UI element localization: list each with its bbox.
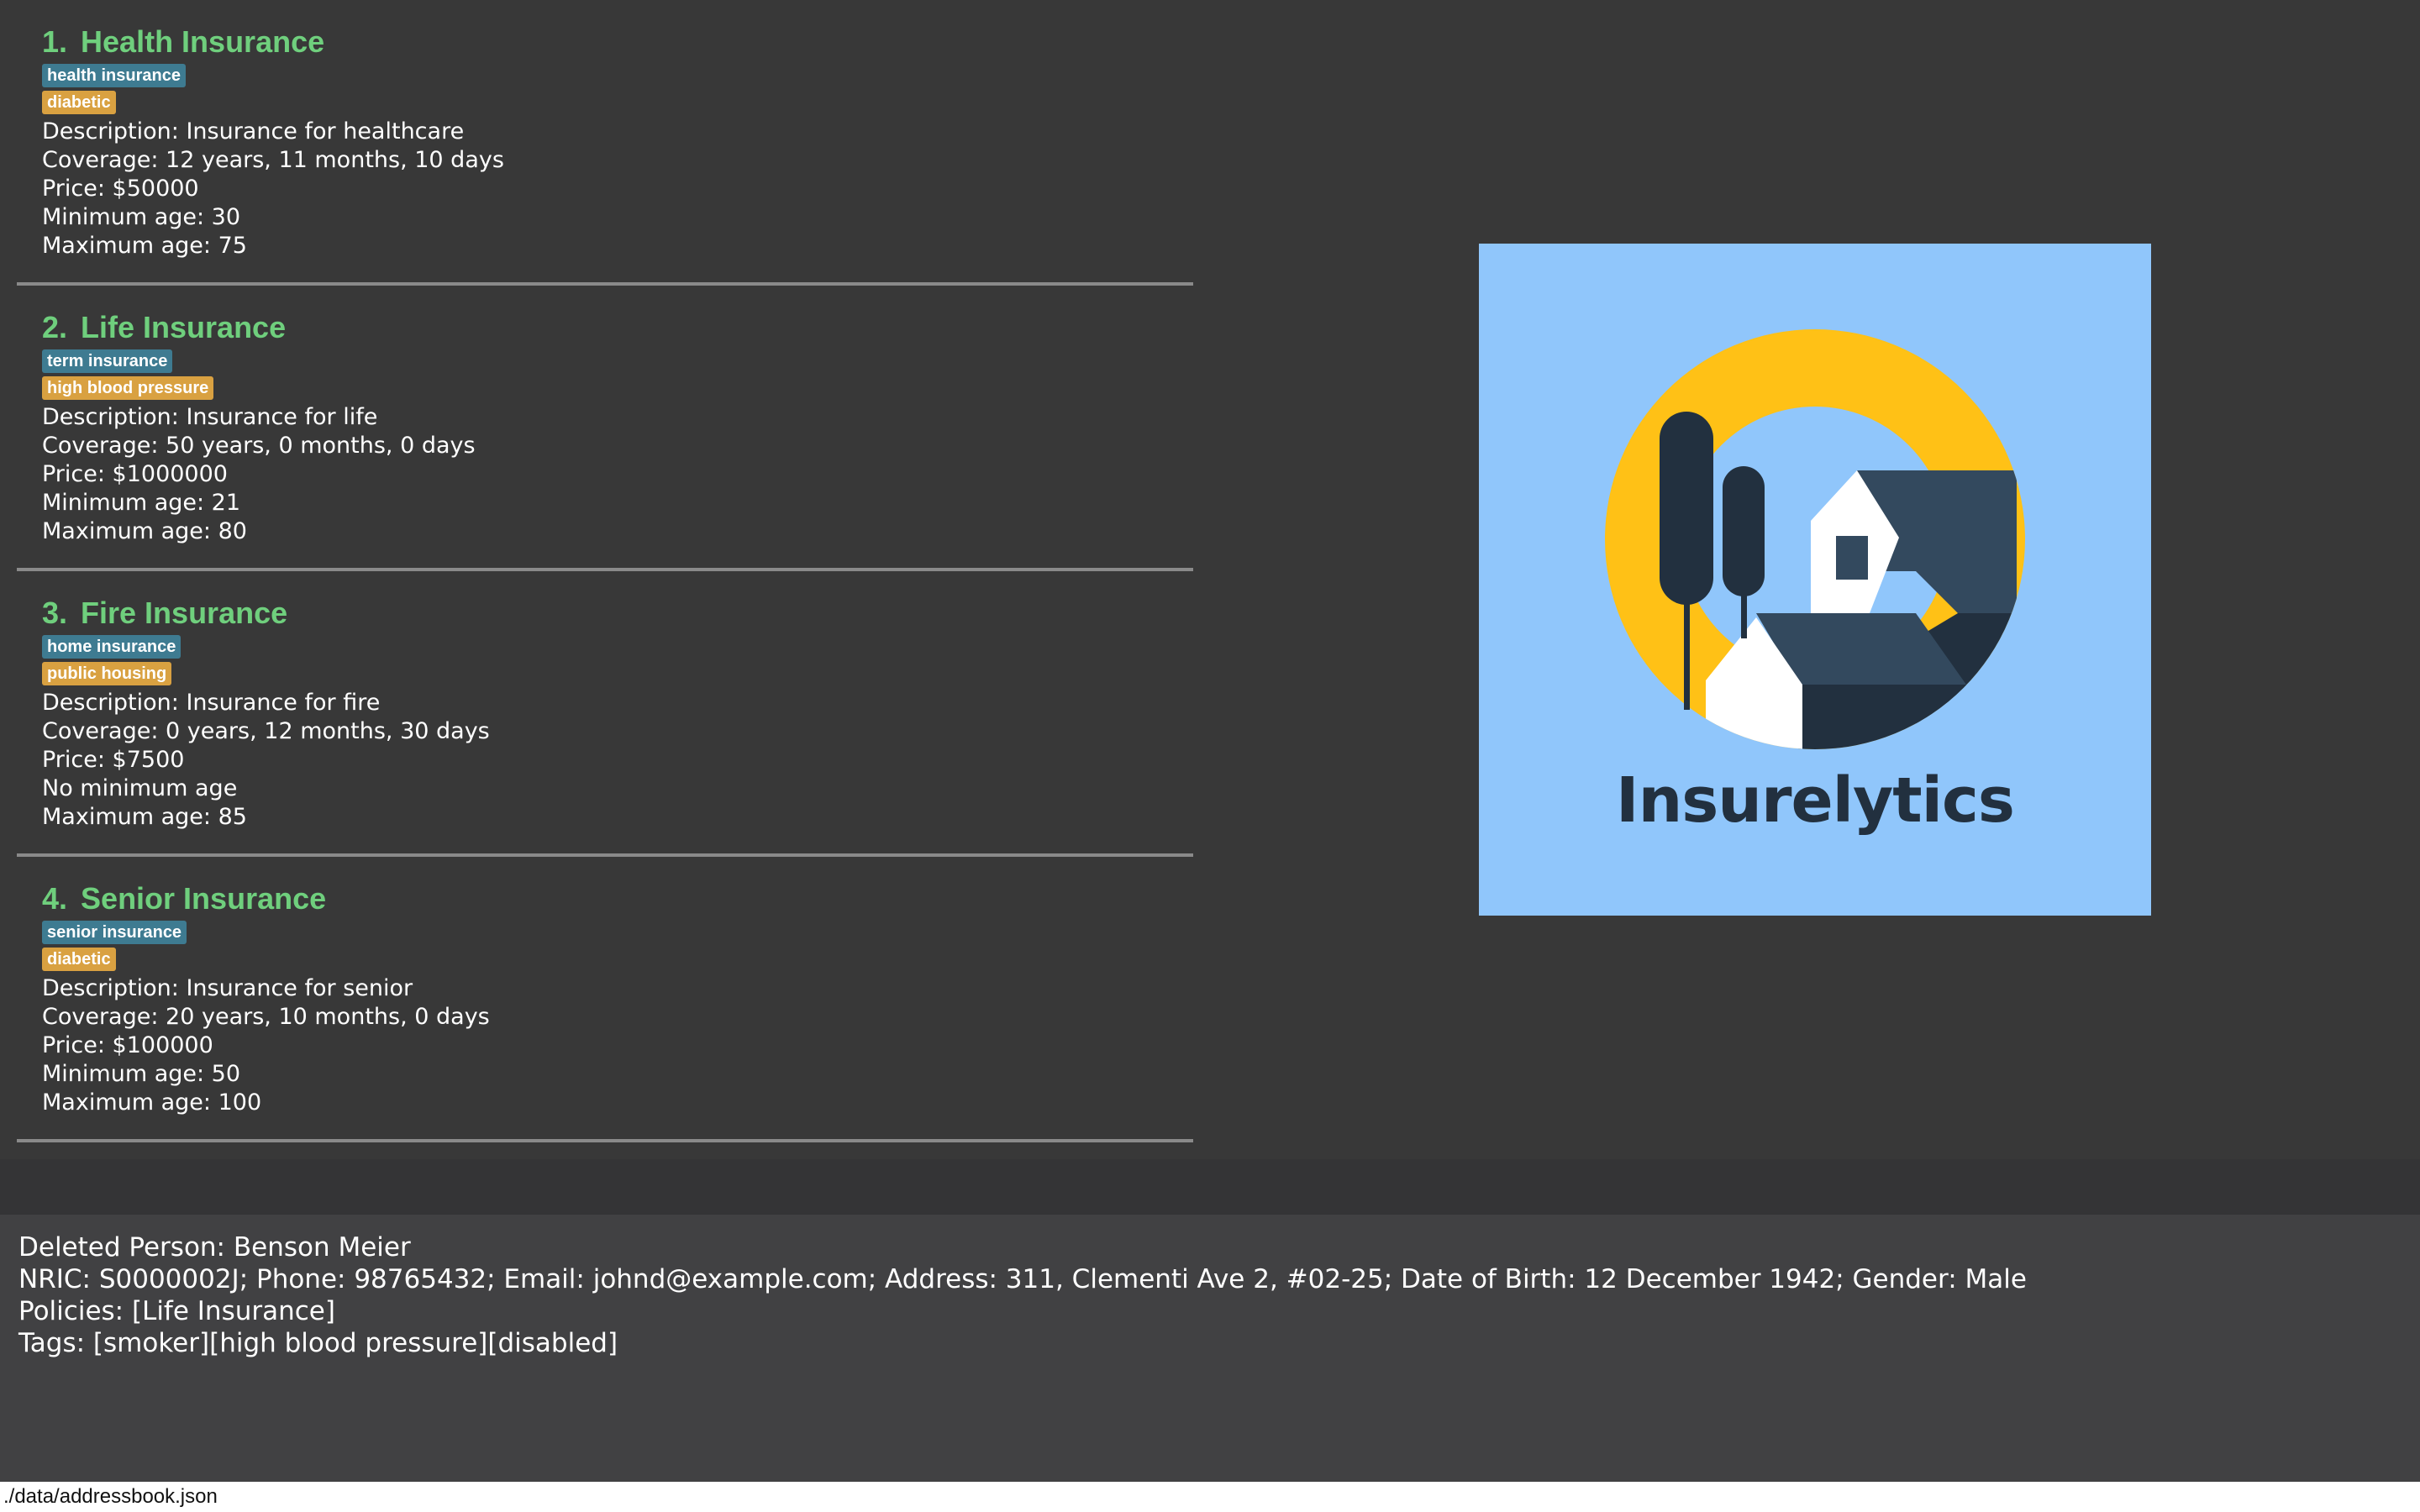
status-file-path: ./data/addressbook.json (3, 1485, 218, 1508)
policy-tag: senior insurance (42, 921, 187, 944)
policy-card[interactable]: 2. Life Insurance term insurance high blo… (17, 286, 1193, 571)
policy-min-age: Minimum age: 30 (42, 204, 241, 230)
condition-tag: diabetic (42, 91, 116, 114)
policy-price: Price: $1000000 (42, 461, 228, 487)
policy-title: 4. Senior Insurance (42, 881, 327, 916)
policy-price: Price: $100000 (42, 1032, 213, 1058)
policy-max-age: Maximum age: 100 (42, 1089, 262, 1116)
policy-card[interactable]: 3. Fire Insurance home insurance public h… (17, 571, 1193, 857)
policy-coverage: Coverage: 50 years, 0 months, 0 days (42, 433, 476, 459)
app-window: 1. Health Insurance health insurance diab… (0, 0, 2420, 1512)
policy-description: Description: Insurance for senior (42, 975, 413, 1001)
policy-price: Price: $7500 (42, 747, 185, 773)
policy-max-age: Maximum age: 80 (42, 518, 247, 544)
policy-description: Description: Insurance for life (42, 404, 378, 430)
policy-description: Description: Insurance for fire (42, 690, 381, 716)
condition-tag: diabetic (42, 948, 116, 971)
policy-tag: home insurance (42, 635, 182, 659)
result-line-person-details: NRIC: S0000002J; Phone: 98765432; Email:… (18, 1264, 2027, 1294)
policy-coverage: Coverage: 0 years, 12 months, 30 days (42, 718, 490, 744)
policy-min-age: No minimum age (42, 775, 238, 801)
policy-min-age: Minimum age: 50 (42, 1061, 241, 1087)
policy-coverage: Coverage: 20 years, 10 months, 0 days (42, 1004, 490, 1030)
policy-min-age: Minimum age: 21 (42, 490, 241, 516)
policy-max-age: Maximum age: 85 (42, 804, 247, 830)
result-line-deleted-person: Deleted Person: Benson Meier (18, 1232, 411, 1263)
policy-price: Price: $50000 (42, 176, 199, 202)
result-line-policies: Policies: [Life Insurance] (18, 1296, 335, 1326)
policy-title: 1. Health Insurance (42, 24, 325, 59)
result-display[interactable]: Deleted Person: Benson Meier NRIC: S0000… (0, 1215, 2420, 1482)
policy-list[interactable]: 1. Health Insurance health insurance diab… (17, 0, 1193, 1142)
result-divider (0, 1159, 2420, 1215)
logo-wordmark: Insurelytics (1616, 764, 2015, 837)
policy-card[interactable]: 4. Senior Insurance senior insurance diab… (17, 857, 1193, 1142)
policy-title: 2. Life Insurance (42, 310, 287, 344)
condition-tag: high blood pressure (42, 376, 214, 400)
policy-card[interactable]: 1. Health Insurance health insurance diab… (17, 0, 1193, 286)
policy-max-age: Maximum age: 75 (42, 233, 247, 259)
status-bar: ./data/addressbook.json (0, 1482, 2420, 1512)
policy-tag: term insurance (42, 349, 173, 373)
app-logo: Insurelytics (1479, 244, 2151, 916)
condition-tag: public housing (42, 662, 172, 685)
policy-tag: health insurance (42, 64, 186, 87)
result-line-tags: Tags: [smoker][high blood pressure][disa… (18, 1328, 618, 1358)
policy-coverage: Coverage: 12 years, 11 months, 10 days (42, 147, 504, 173)
policy-description: Description: Insurance for healthcare (42, 118, 465, 144)
policy-title: 3. Fire Insurance (42, 596, 288, 630)
